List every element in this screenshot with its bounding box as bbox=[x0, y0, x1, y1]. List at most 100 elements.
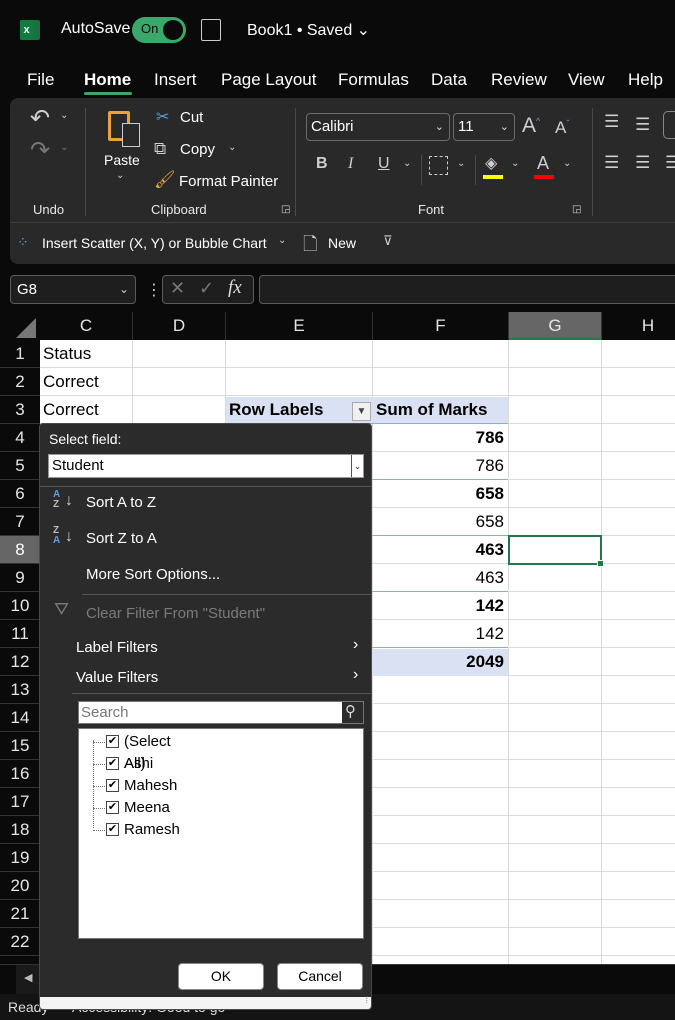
ok-button[interactable]: OK bbox=[178, 963, 264, 990]
underline-button[interactable]: U bbox=[378, 155, 390, 173]
row-header[interactable]: 9 bbox=[0, 564, 40, 592]
tab-review[interactable]: Review bbox=[491, 70, 547, 90]
row-header[interactable]: 5 bbox=[0, 452, 40, 480]
new-button[interactable]: New bbox=[328, 235, 356, 251]
undo-dropdown-icon[interactable]: ⌄ bbox=[60, 110, 68, 121]
row-header[interactable]: 20 bbox=[0, 872, 40, 900]
fill-color-dropdown-icon[interactable]: ⌄ bbox=[511, 158, 519, 169]
column-header-e[interactable]: E bbox=[226, 312, 373, 340]
scatter-dropdown-icon[interactable]: ⌄ bbox=[278, 235, 286, 246]
row-header[interactable]: 18 bbox=[0, 816, 40, 844]
row-header[interactable]: 13 bbox=[0, 676, 40, 704]
redo-icon[interactable]: ↷ bbox=[30, 136, 50, 165]
row-header[interactable]: 17 bbox=[0, 788, 40, 816]
row-header[interactable]: 6 bbox=[0, 480, 40, 508]
filter-search-input[interactable] bbox=[79, 702, 343, 723]
row-header[interactable]: 14 bbox=[0, 704, 40, 732]
copy-dropdown-icon[interactable]: ⌄ bbox=[228, 142, 236, 153]
formula-input[interactable] bbox=[259, 275, 675, 304]
name-box[interactable]: G8 ⌄ bbox=[10, 275, 136, 304]
pivot-value-cell[interactable]: 142 bbox=[373, 592, 504, 620]
tab-formulas[interactable]: Formulas bbox=[338, 70, 409, 90]
font-color-dropdown-icon[interactable]: ⌄ bbox=[563, 158, 571, 169]
cell-c2[interactable]: Correct bbox=[43, 368, 99, 396]
pivot-value-cell[interactable]: 658 bbox=[373, 508, 504, 536]
clipboard-launcher-icon[interactable]: ◲ bbox=[281, 204, 290, 215]
align-left-icon[interactable]: ☰ bbox=[604, 153, 619, 173]
tab-home[interactable]: Home bbox=[84, 70, 131, 90]
column-header-h[interactable]: H bbox=[602, 312, 675, 340]
column-header-c[interactable]: C bbox=[40, 312, 133, 340]
align-center-icon[interactable]: ☰ bbox=[635, 153, 650, 173]
column-header-g[interactable]: G bbox=[509, 312, 602, 340]
tab-file[interactable]: File bbox=[27, 70, 54, 90]
tab-insert[interactable]: Insert bbox=[154, 70, 197, 90]
checkbox[interactable]: ✔ bbox=[106, 801, 119, 814]
row-header[interactable]: 10 bbox=[0, 592, 40, 620]
row-header[interactable]: 19 bbox=[0, 844, 40, 872]
cell-c1[interactable]: Status bbox=[43, 340, 91, 368]
align-middle-icon[interactable]: ☰ bbox=[635, 115, 650, 135]
font-launcher-icon[interactable]: ◲ bbox=[572, 204, 581, 215]
borders-dropdown-icon[interactable]: ⌄ bbox=[457, 158, 465, 169]
row-header[interactable]: 3 bbox=[0, 396, 40, 424]
more-sort-options-item[interactable]: More Sort Options... bbox=[86, 566, 220, 583]
align-bottom-button[interactable] bbox=[663, 111, 675, 139]
align-top-icon[interactable]: ☰ bbox=[604, 112, 619, 132]
cancel-button[interactable]: Cancel bbox=[277, 963, 363, 990]
active-cell-g8[interactable] bbox=[508, 535, 604, 567]
cell-c3[interactable]: Correct bbox=[43, 396, 99, 424]
decrease-font-size-icon[interactable]: Aˇ bbox=[555, 118, 569, 138]
cancel-entry-icon[interactable]: ✕ bbox=[170, 278, 185, 299]
underline-dropdown-icon[interactable]: ⌄ bbox=[403, 158, 411, 169]
row-header[interactable]: 16 bbox=[0, 760, 40, 788]
borders-icon[interactable] bbox=[429, 156, 448, 175]
row-header[interactable]: 22 bbox=[0, 928, 40, 956]
pivot-row-labels-header[interactable]: Row Labels bbox=[229, 396, 323, 424]
insert-function-icon[interactable]: fx bbox=[228, 277, 242, 299]
checkbox[interactable]: ✔ bbox=[106, 735, 119, 748]
pivot-value-cell[interactable]: 142 bbox=[373, 620, 504, 648]
pivot-sum-of-marks-header[interactable]: Sum of Marks bbox=[376, 396, 487, 424]
font-size-select[interactable]: 11 ⌄ bbox=[453, 113, 515, 141]
font-color-icon[interactable]: A bbox=[537, 153, 549, 174]
row-header[interactable]: 12 bbox=[0, 648, 40, 676]
checkbox[interactable]: ✔ bbox=[106, 779, 119, 792]
undo-icon[interactable]: ↶ bbox=[30, 104, 50, 133]
select-all-corner[interactable] bbox=[0, 312, 40, 340]
checkbox[interactable]: ✔ bbox=[106, 823, 119, 836]
save-icon[interactable] bbox=[201, 19, 221, 41]
row-header[interactable]: 15 bbox=[0, 732, 40, 760]
more-options-icon[interactable]: ⋮ bbox=[146, 280, 162, 300]
pivot-grand-total-value[interactable]: 2049 bbox=[373, 648, 504, 676]
row-header[interactable]: 8 bbox=[0, 536, 40, 564]
search-button[interactable]: ⚲ bbox=[342, 702, 363, 723]
row-labels-filter-button[interactable]: ▼ bbox=[352, 402, 371, 421]
row-header[interactable]: 21 bbox=[0, 900, 40, 928]
resize-handle[interactable]: ⁞ bbox=[40, 995, 371, 1009]
row-header[interactable]: 11 bbox=[0, 620, 40, 648]
row-header[interactable]: 2 bbox=[0, 368, 40, 396]
tab-help[interactable]: Help bbox=[628, 70, 663, 90]
fill-color-icon[interactable]: ◈ bbox=[485, 153, 497, 173]
pivot-value-cell[interactable]: 786 bbox=[373, 452, 504, 480]
align-right-icon[interactable]: ☰ bbox=[665, 153, 675, 173]
font-name-select[interactable]: Calibri ⌄ bbox=[306, 113, 450, 141]
column-header-f[interactable]: F bbox=[373, 312, 509, 340]
select-field-dropdown[interactable]: Student ⌄ bbox=[48, 454, 364, 478]
tab-data[interactable]: Data bbox=[431, 70, 467, 90]
pivot-value-cell[interactable]: 786 bbox=[373, 424, 504, 452]
pivot-value-cell[interactable]: 463 bbox=[373, 536, 504, 564]
column-header-d[interactable]: D bbox=[133, 312, 226, 340]
pivot-value-cell[interactable]: 658 bbox=[373, 480, 504, 508]
row-header[interactable]: 1 bbox=[0, 340, 40, 368]
tab-page-layout[interactable]: Page Layout bbox=[221, 70, 316, 90]
row-header[interactable]: 4 bbox=[0, 424, 40, 452]
row-header[interactable]: 7 bbox=[0, 508, 40, 536]
pivot-value-cell[interactable]: 463 bbox=[373, 564, 504, 592]
insert-scatter-button[interactable]: Insert Scatter (X, Y) or Bubble Chart bbox=[42, 235, 267, 251]
document-title[interactable]: Book1 • Saved ⌄ bbox=[247, 20, 370, 40]
scroll-sheets-left-button[interactable]: ◀ bbox=[16, 965, 40, 994]
customize-toolbar-icon[interactable]: ⊽ bbox=[383, 233, 393, 249]
confirm-entry-icon[interactable]: ✓ bbox=[199, 278, 214, 299]
